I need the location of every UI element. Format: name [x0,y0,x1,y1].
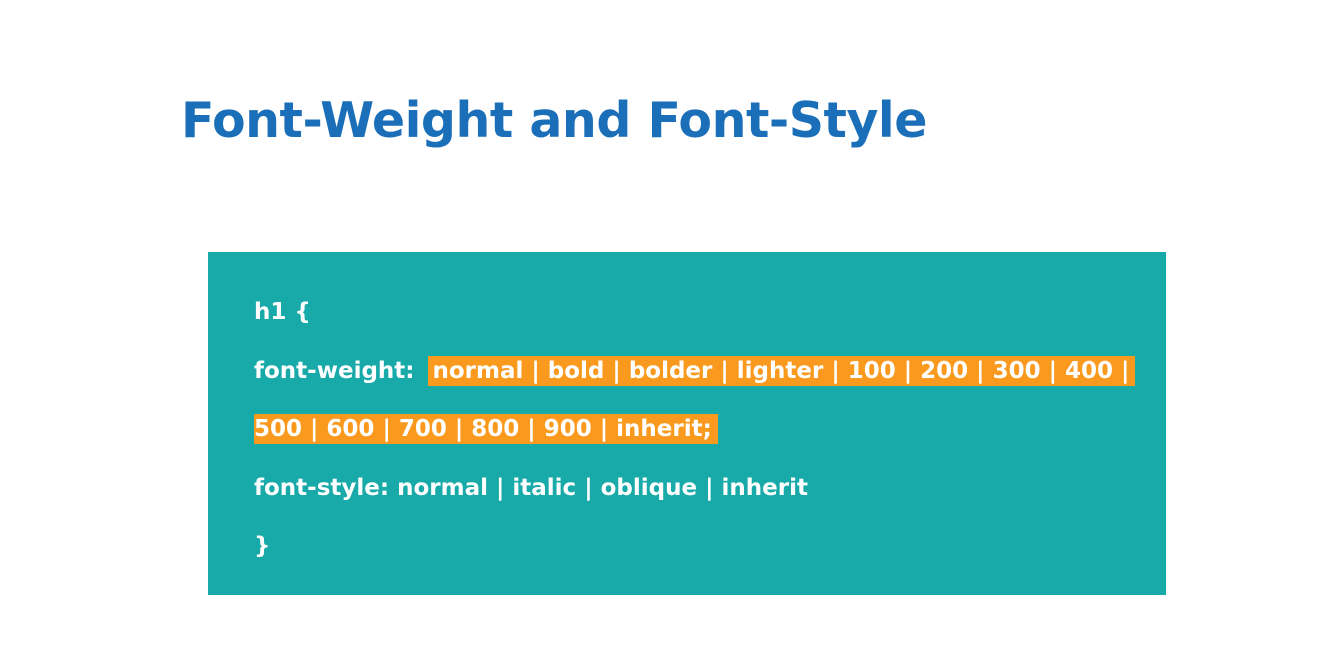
code-block: h1 { font-weight: normal | bold | bolder … [208,252,1166,595]
font-weight-values-highlight: normal | bold | bolder | lighter | 100 |… [428,356,1136,386]
font-weight-property: font-weight: [254,358,415,384]
code-line-selector-close: } [254,533,271,559]
code-line-font-weight-continued: 500 | 600 | 700 | 800 | 900 | inherit; [254,413,718,445]
code-line-selector-open: h1 { [254,299,311,325]
slide: Font-Weight and Font-Style h1 { font-wei… [0,0,1341,652]
code-line-font-style: font-style: normal | italic | oblique | … [254,475,808,501]
slide-title: Font-Weight and Font-Style [181,92,927,149]
font-weight-values-highlight-continued: 500 | 600 | 700 | 800 | 900 | inherit; [254,414,718,444]
code-line-font-weight: font-weight: normal | bold | bolder | lig… [254,355,1136,387]
